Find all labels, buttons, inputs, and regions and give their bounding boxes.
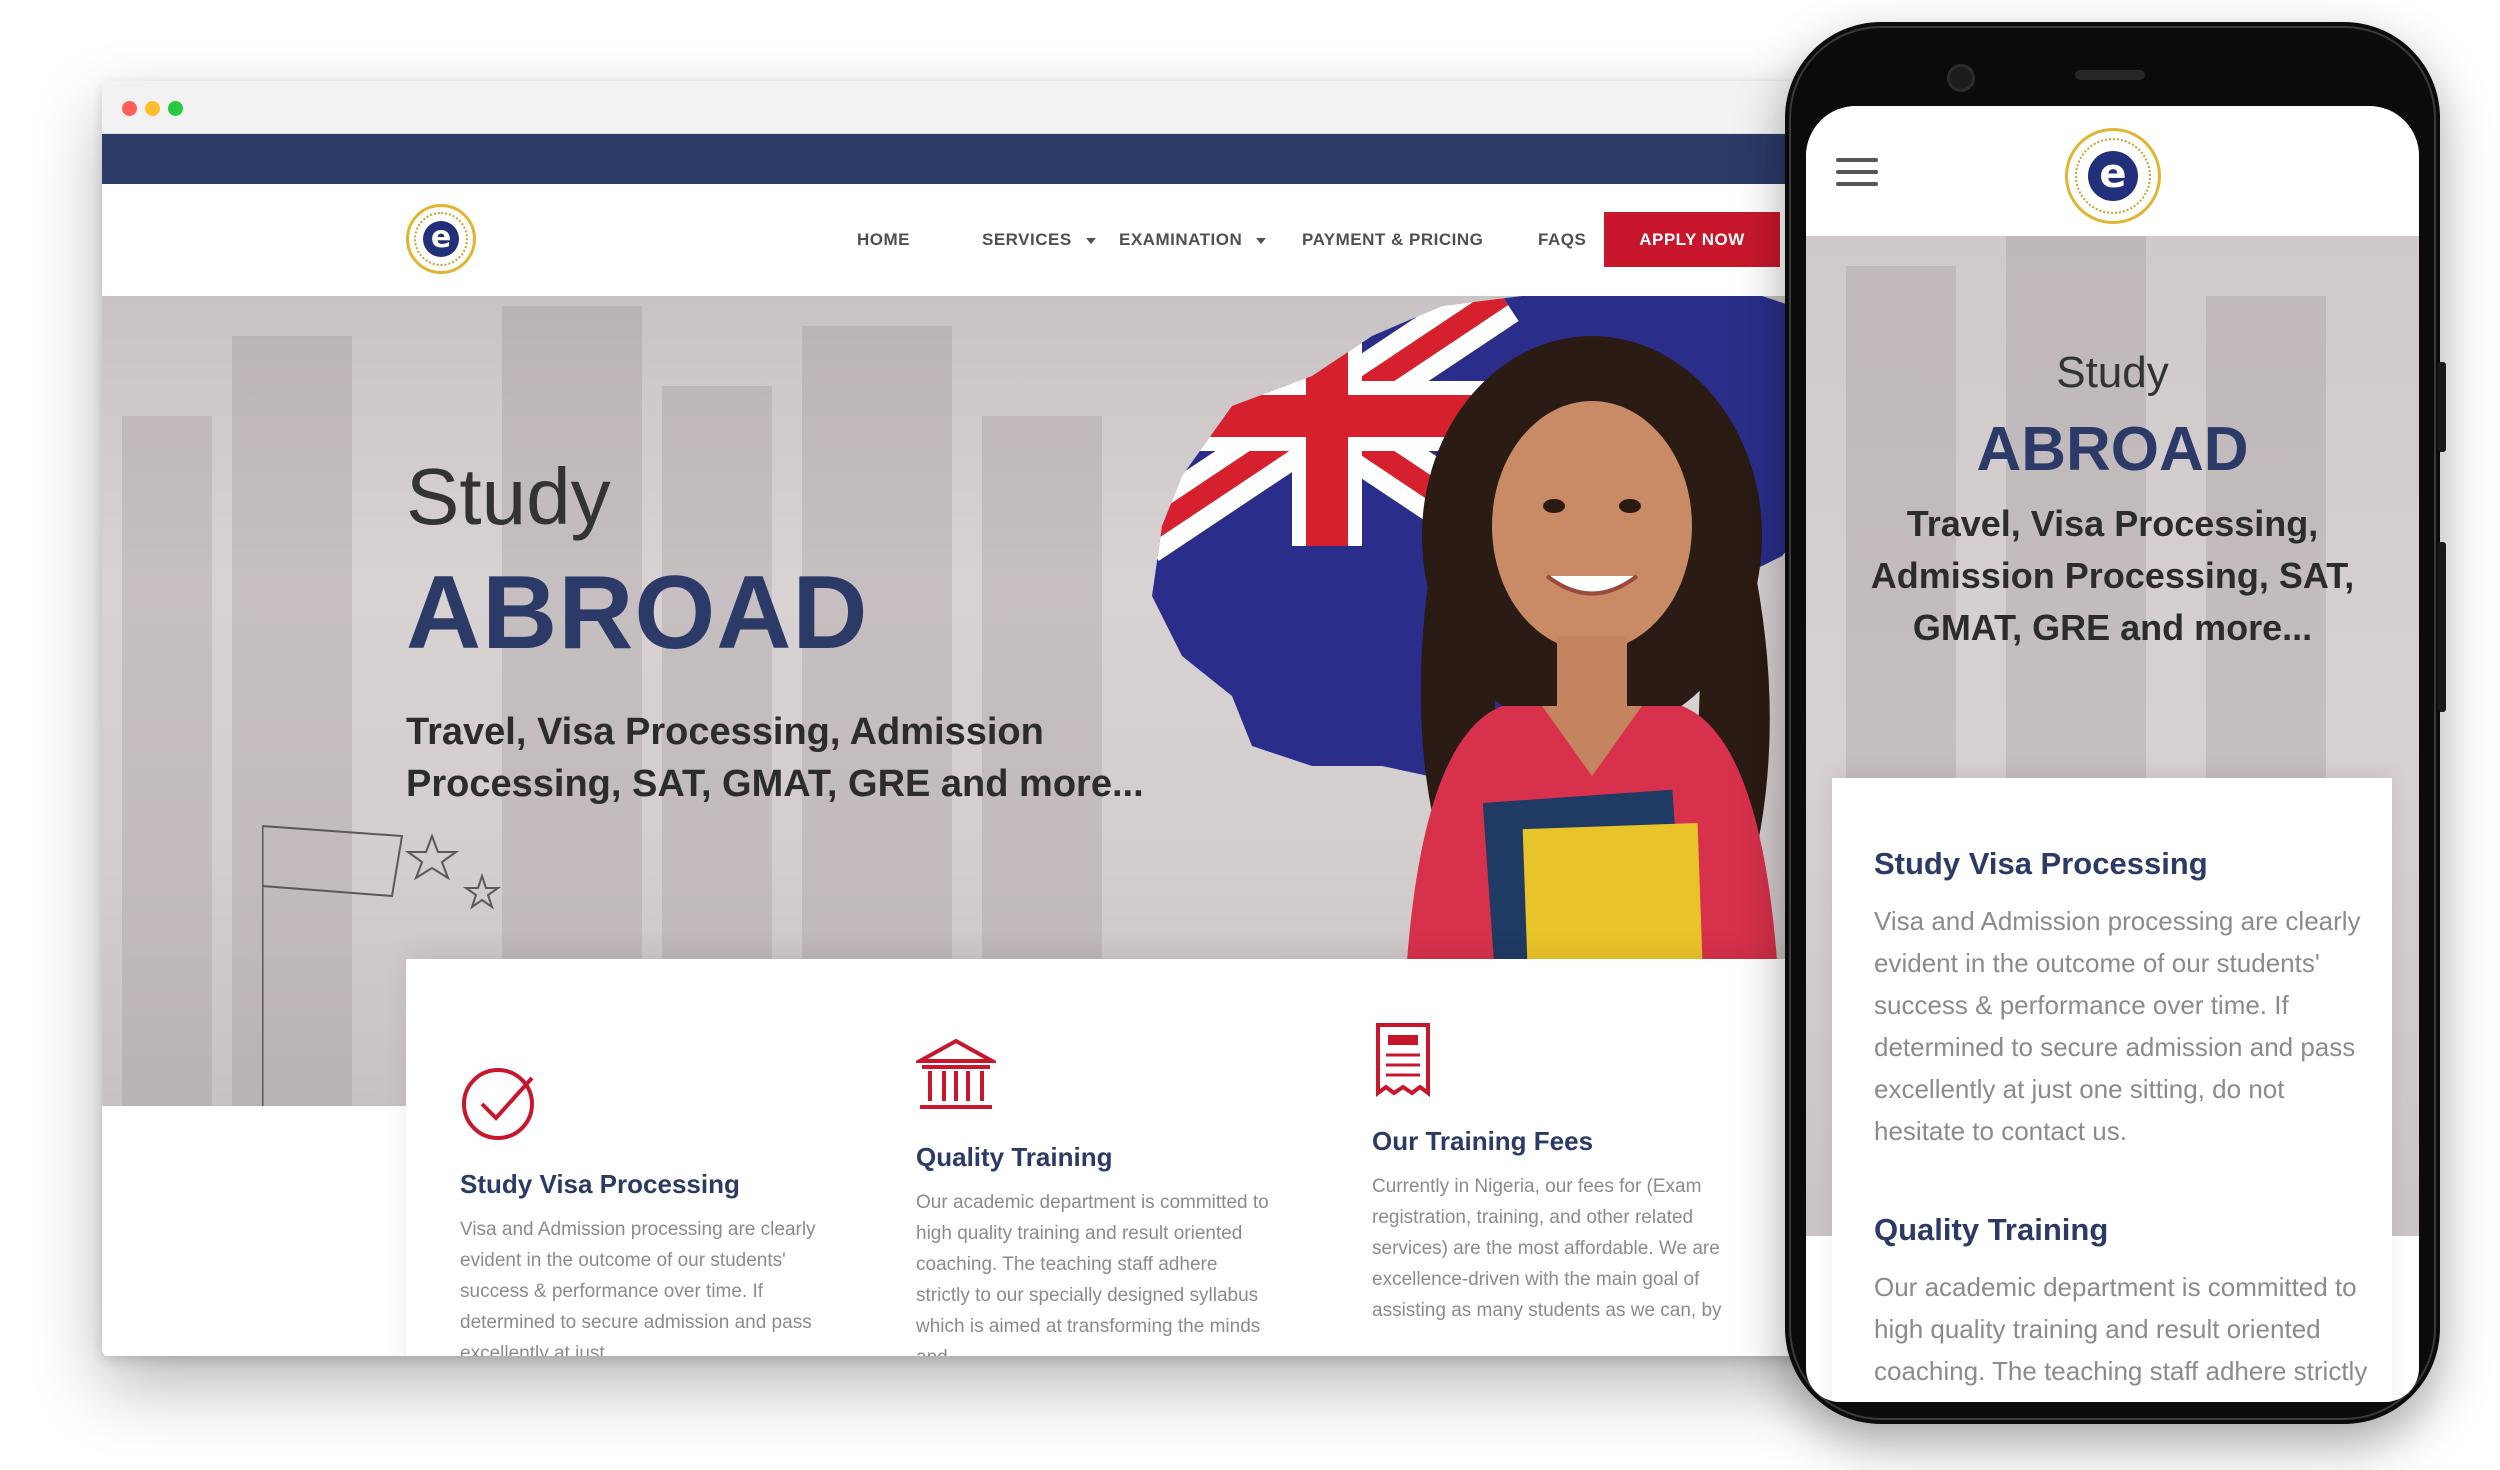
skyline-building <box>122 416 212 1106</box>
chevron-down-icon <box>1256 237 1267 244</box>
mobile-features-card: Study Visa Processing Visa and Admission… <box>1832 778 2392 1402</box>
window-minimize-button[interactable] <box>145 101 160 116</box>
feature-visa: Study Visa Processing Visa and Admission… <box>460 1064 820 1356</box>
front-camera <box>1947 64 1975 92</box>
site-top-bar <box>102 134 1862 184</box>
mobile-feature-training-title: Quality Training <box>1874 1212 2109 1247</box>
feature-training-desc: Our academic department is committed to … <box>916 1192 1269 1356</box>
logo-emblem: e <box>423 221 459 257</box>
browser-title-bar <box>102 81 1862 134</box>
window-close-button[interactable] <box>122 101 137 116</box>
feature-fees-title: Our Training Fees <box>1372 1126 1594 1156</box>
volume-button <box>2438 362 2446 452</box>
mobile-feature-training-desc: Our academic department is committed to … <box>1874 1272 2368 1402</box>
mobile-site-logo[interactable]: e <box>2065 128 2161 224</box>
logo-emblem: e <box>2088 151 2138 201</box>
nav-faqs-label: FAQS <box>1538 230 1587 249</box>
institution-icon <box>912 1038 1000 1109</box>
mobile-feature-visa-title: Study Visa Processing <box>1874 846 2208 881</box>
window-maximize-button[interactable] <box>168 101 183 116</box>
mobile-hero-study: Study <box>2056 348 2169 397</box>
nav-services[interactable]: SERVICES <box>982 184 1096 296</box>
apply-now-button[interactable]: APPLY NOW <box>1604 212 1780 267</box>
stars-sketch <box>404 833 502 910</box>
desktop-browser-mockup: e HOME SERVICES EXAMINATION PAYMENT & PR… <box>102 81 1862 1356</box>
feature-training-title: Quality Training <box>916 1142 1113 1172</box>
nav-faqs[interactable]: FAQS <box>1538 184 1586 296</box>
site-logo[interactable]: e <box>406 204 476 274</box>
feature-fees-desc: Currently in Nigeria, our fees for (Exam… <box>1372 1176 1722 1321</box>
nav-examination-label: EXAMINATION <box>1119 230 1243 249</box>
nav-services-label: SERVICES <box>982 230 1072 249</box>
receipt-icon <box>1376 1023 1430 1097</box>
mobile-navbar: e <box>1806 106 2419 236</box>
nav-payment-pricing[interactable]: PAYMENT & PRICING <box>1302 184 1483 296</box>
features-panel: Study Visa Processing Visa and Admission… <box>406 959 1786 1356</box>
feature-fees: Our Training Fees Currently in Nigeria, … <box>1372 1021 1732 1326</box>
feature-visa-title: Study Visa Processing <box>460 1169 740 1199</box>
nav-home[interactable]: HOME <box>857 184 910 296</box>
check-circle-icon <box>462 1068 534 1140</box>
hero-subtitle: Travel, Visa Processing, Admission Proce… <box>406 711 1144 805</box>
mobile-feature-visa-desc: Visa and Admission processing are clearl… <box>1874 906 2361 1146</box>
mobile-hero-subtitle: Travel, Visa Processing, Admission Proce… <box>1870 503 2355 648</box>
mobile-hero-abroad: ABROAD <box>1976 415 2249 484</box>
nav-home-label: HOME <box>857 230 910 249</box>
nav-examination[interactable]: EXAMINATION <box>1119 184 1267 296</box>
hero-study-text: Study <box>406 452 611 541</box>
feature-visa-desc: Visa and Admission processing are clearl… <box>460 1219 816 1356</box>
nav-payment-label: PAYMENT & PRICING <box>1302 230 1484 249</box>
phone-mockup: e Study ABROAD Travel, Visa Processing, … <box>1785 22 2446 1424</box>
speaker-grille <box>2075 70 2145 80</box>
phone-screen: e Study ABROAD Travel, Visa Processing, … <box>1806 106 2419 1402</box>
site-navbar: e HOME SERVICES EXAMINATION PAYMENT & PR… <box>102 184 1862 296</box>
hamburger-menu-icon[interactable] <box>1836 158 1880 190</box>
chevron-down-icon <box>1085 237 1096 244</box>
feature-training: Quality Training Our academic department… <box>912 1037 1276 1356</box>
hero-abroad-text: ABROAD <box>406 555 869 671</box>
power-button <box>2438 542 2446 712</box>
